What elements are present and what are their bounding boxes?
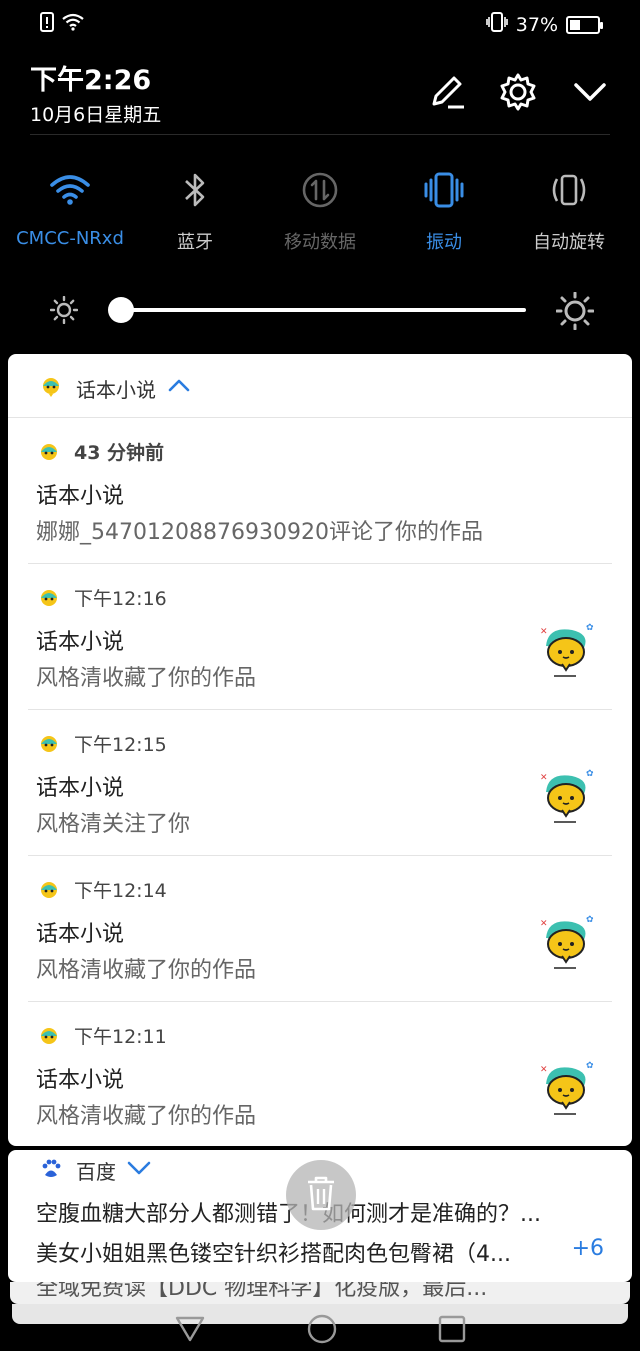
navigation-bar — [0, 1290, 640, 1351]
home-icon[interactable] — [306, 1313, 338, 1349]
toggle-auto-rotate[interactable]: 自动旋转 — [505, 168, 633, 254]
brightness-slider-track[interactable] — [120, 308, 526, 312]
baidu-app-name: 百度 — [76, 1160, 116, 1184]
clock-time: 下午2:26 — [30, 65, 152, 96]
notification-text: 风格清收藏了你的作品 — [36, 1104, 257, 1129]
notification-text: 风格清收藏了你的作品 — [36, 958, 257, 983]
notification-thumbnail: ✕ ✿ — [532, 766, 596, 826]
clear-all-button[interactable] — [286, 1160, 356, 1230]
chevron-down-icon[interactable] — [126, 1158, 152, 1182]
notification-title: 话本小说 — [36, 630, 125, 655]
trash-icon — [304, 1174, 338, 1216]
baidu-paw-icon — [40, 1158, 62, 1184]
notification-item[interactable]: 下午12:15 话本小说 风格清关注了你 ✕ ✿ — [28, 710, 612, 856]
notification-group-huaben[interactable]: 话本小说 43 分钟前 话本小说 娜娜_54701208876930920评论了… — [8, 354, 632, 1146]
notification-time: 43 分钟前 — [74, 442, 165, 464]
notification-time: 下午12:11 — [74, 1026, 167, 1048]
notification-time: 下午12:14 — [74, 880, 167, 902]
svg-text:✕: ✕ — [540, 773, 548, 783]
clock-date: 10月6日星期五 — [30, 104, 162, 126]
toggle-bluetooth-label: 蓝牙 — [177, 232, 213, 253]
more-count-badge: +6 — [571, 1236, 604, 1261]
auto-rotate-icon — [505, 168, 633, 212]
notification-item[interactable]: 下午12:11 话本小说 风格清收藏了你的作品 ✕ ✿ — [28, 1002, 612, 1146]
huaben-app-icon — [38, 880, 60, 906]
notification-title: 话本小说 — [36, 1068, 125, 1093]
baidu-news-line: 美女小姐姐黑色镂空针织衫搭配肉色包臀裙（4... — [36, 1242, 511, 1267]
toggle-mobile-data[interactable]: 移动数据 — [256, 168, 384, 254]
notification-item[interactable]: 下午12:14 话本小说 风格清收藏了你的作品 ✕ ✿ — [28, 856, 612, 1002]
notification-item[interactable]: 43 分钟前 话本小说 娜娜_54701208876930920评论了你的作品 — [28, 418, 612, 564]
notification-title: 话本小说 — [36, 484, 125, 509]
alert-icon — [40, 12, 54, 36]
huaben-app-icon — [38, 1026, 60, 1052]
bluetooth-icon — [131, 168, 259, 212]
vibrate-status-icon — [485, 12, 508, 37]
brightness-low-icon — [49, 295, 79, 328]
chevron-up-icon[interactable] — [168, 376, 190, 398]
notification-text: 风格清收藏了你的作品 — [36, 666, 257, 691]
notification-time: 下午12:16 — [74, 588, 167, 610]
notification-thumbnail: ✕ ✿ — [532, 620, 596, 680]
brightness-slider-thumb[interactable] — [108, 297, 134, 323]
toggle-mobile-data-label: 移动数据 — [284, 232, 356, 253]
battery-icon — [566, 15, 603, 34]
vibrate-icon — [380, 168, 508, 212]
toggle-bluetooth[interactable]: 蓝牙 — [131, 168, 259, 254]
notification-title: 话本小说 — [36, 922, 125, 947]
notification-thumbnail: ✕ ✿ — [532, 1058, 596, 1118]
notification-item[interactable]: 下午12:16 话本小说 风格清收藏了你的作品 ✕ ✿ — [28, 564, 612, 710]
group-app-name: 话本小说 — [76, 378, 156, 402]
back-icon[interactable] — [174, 1315, 206, 1347]
chevron-down-icon[interactable] — [570, 72, 610, 112]
toggle-auto-rotate-label: 自动旋转 — [533, 232, 605, 253]
wifi-icon — [6, 168, 134, 212]
svg-text:✕: ✕ — [540, 1065, 548, 1075]
svg-text:✿: ✿ — [586, 915, 594, 925]
notification-time: 下午12:15 — [74, 734, 167, 756]
svg-text:✕: ✕ — [540, 919, 548, 929]
header-divider — [30, 134, 610, 135]
svg-text:✕: ✕ — [540, 627, 548, 637]
battery-percent: 37% — [515, 13, 558, 36]
svg-text:✿: ✿ — [586, 1061, 594, 1071]
toggle-vibrate-label: 振动 — [426, 232, 462, 253]
mobile-data-icon — [256, 168, 384, 212]
recent-apps-icon[interactable] — [438, 1315, 466, 1347]
huaben-app-icon — [40, 376, 62, 402]
notification-text: 风格清关注了你 — [36, 812, 191, 837]
svg-text:✿: ✿ — [586, 623, 594, 633]
notification-text: 娜娜_54701208876930920评论了你的作品 — [36, 520, 483, 545]
wifi-status-icon — [62, 13, 84, 35]
gear-icon[interactable] — [498, 72, 538, 112]
svg-text:✿: ✿ — [586, 769, 594, 779]
brightness-high-icon — [555, 291, 595, 334]
notification-group-header[interactable]: 话本小说 — [8, 354, 632, 418]
edit-icon[interactable] — [428, 72, 468, 112]
toggle-wifi[interactable]: CMCC-NRxd — [6, 168, 134, 249]
huaben-app-icon — [38, 588, 60, 614]
status-bar: 37% — [0, 0, 640, 48]
huaben-app-icon — [38, 442, 60, 468]
notification-thumbnail: ✕ ✿ — [532, 912, 596, 972]
toggle-wifi-label: CMCC-NRxd — [16, 228, 124, 249]
huaben-app-icon — [38, 734, 60, 760]
toggle-vibrate[interactable]: 振动 — [380, 168, 508, 254]
notification-title: 话本小说 — [36, 776, 125, 801]
